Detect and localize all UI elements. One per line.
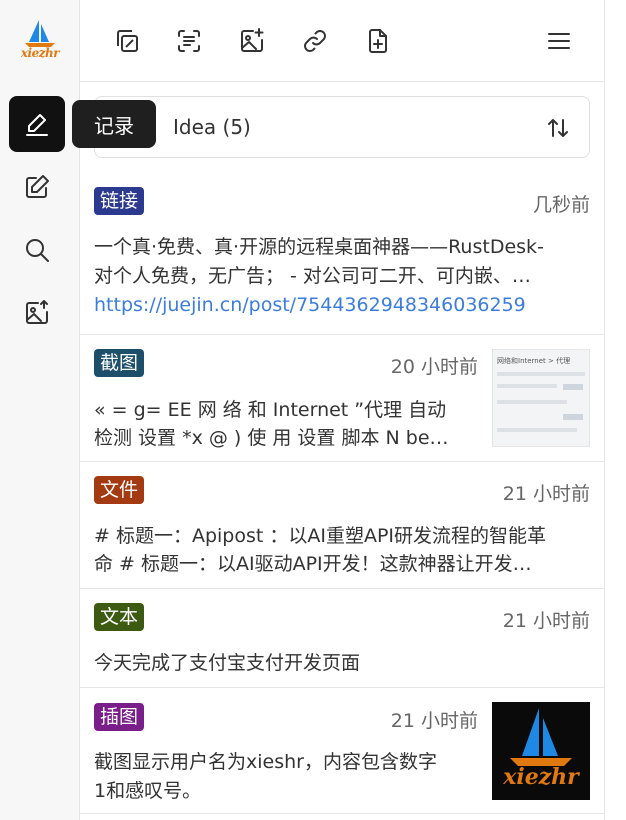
list-item[interactable]: 文本 21 小时前 今天完成了支付宝支付开发页面 bbox=[80, 589, 604, 688]
add-image-button[interactable] bbox=[233, 22, 271, 60]
sidebar-item-search[interactable] bbox=[9, 222, 65, 278]
content-line: 1和感叹号。 bbox=[94, 780, 202, 802]
pen-sign-icon bbox=[26, 114, 48, 136]
link-icon bbox=[304, 30, 326, 52]
timestamp: 20 小时前 bbox=[390, 356, 478, 378]
logo-text: xiezhr bbox=[20, 46, 60, 60]
category-tag: 截图 bbox=[94, 349, 145, 377]
timestamp: 几秒前 bbox=[532, 194, 590, 216]
sidebar-item-record[interactable] bbox=[9, 96, 65, 152]
category-filter[interactable]: Idea (5) bbox=[94, 96, 590, 158]
sidebar: xiezhr bbox=[0, 0, 80, 820]
file-plus-icon bbox=[369, 29, 387, 53]
thumbnail-caption: 网络和Internet > 代理 bbox=[497, 357, 571, 365]
image-thumbnail[interactable]: xiezhr bbox=[492, 702, 590, 800]
content-line: 命 # 标题一：以AI驱动API开发！这款神器让开发… bbox=[94, 553, 532, 575]
search-icon bbox=[26, 239, 49, 262]
image-plus-icon bbox=[241, 28, 264, 52]
content-line: # 标题一：Apipost ：以AI重塑API研发流程的智能革 bbox=[94, 525, 547, 547]
sort-icon[interactable] bbox=[545, 115, 571, 141]
category-tag: 文件 bbox=[94, 476, 145, 504]
add-file-button[interactable] bbox=[359, 22, 397, 60]
timestamp: 21 小时前 bbox=[502, 483, 590, 505]
content-line: « = g= EE 网 络 和 Internet ”代理 自动 bbox=[94, 399, 447, 421]
toolbar bbox=[80, 0, 604, 82]
timestamp: 21 小时前 bbox=[502, 610, 590, 632]
screenshot-thumbnail[interactable]: 网络和Internet > 代理 bbox=[492, 349, 590, 447]
post-link[interactable]: https://juejin.cn/post/75443629483460362… bbox=[94, 294, 526, 316]
scrollbar-track[interactable] bbox=[604, 0, 626, 820]
category-tag: 插图 bbox=[94, 703, 145, 731]
sidebar-item-edit[interactable] bbox=[9, 159, 65, 215]
copy-button[interactable] bbox=[108, 22, 146, 60]
add-link-button[interactable] bbox=[296, 22, 334, 60]
scan-text-icon bbox=[178, 30, 200, 52]
menu-button[interactable] bbox=[540, 22, 578, 60]
category-tag: 文本 bbox=[94, 603, 145, 631]
app-logo: xiezhr bbox=[17, 18, 63, 62]
image-upload-icon bbox=[26, 300, 48, 324]
scan-text-button[interactable] bbox=[170, 22, 208, 60]
list-item[interactable]: 链接 几秒前 一个真·免费、真·开源的远程桌面神器——RustDesk- 对个人… bbox=[80, 170, 604, 335]
copy-icon bbox=[117, 30, 138, 52]
main-panel: Idea (5) 链接 几秒前 一个真·免费、真·开源的远程桌面神器——Rust… bbox=[80, 0, 604, 820]
list-item[interactable]: 截图 20 小时前 « = g= EE 网 络 和 Internet ”代理 自… bbox=[80, 335, 604, 462]
filter-label: Idea (5) bbox=[173, 115, 251, 139]
list-item[interactable]: 插图 21 小时前 截图显示用户名为xieshr，内容包含数字 1和感叹号。 x… bbox=[80, 688, 604, 814]
sailboat-logo-icon bbox=[25, 20, 55, 47]
content-line: 今天完成了支付宝支付开发页面 bbox=[94, 652, 361, 674]
list-item[interactable]: 文件 21 小时前 # 标题一：Apipost ：以AI重塑API研发流程的智能… bbox=[80, 462, 604, 589]
content-line: 一个真·免费、真·开源的远程桌面神器——RustDesk- bbox=[94, 236, 544, 258]
content-line: 对个人免费，无广告； - 对公司可二开、可内嵌、… bbox=[94, 265, 531, 287]
timestamp: 21 小时前 bbox=[390, 710, 478, 732]
content-line: 截图显示用户名为xieshr，内容包含数字 bbox=[94, 751, 437, 773]
category-tag: 链接 bbox=[94, 187, 145, 215]
content-line: 检测 设置 *x @ ) 使 用 设置 脚本 N be… bbox=[94, 427, 449, 449]
sidebar-tooltip: 记录 bbox=[72, 100, 156, 148]
thumbnail-logo-text: xiezhr bbox=[503, 764, 579, 790]
sidebar-item-image-upload[interactable] bbox=[9, 285, 65, 341]
edit-icon bbox=[26, 175, 49, 198]
menu-icon bbox=[548, 33, 570, 49]
